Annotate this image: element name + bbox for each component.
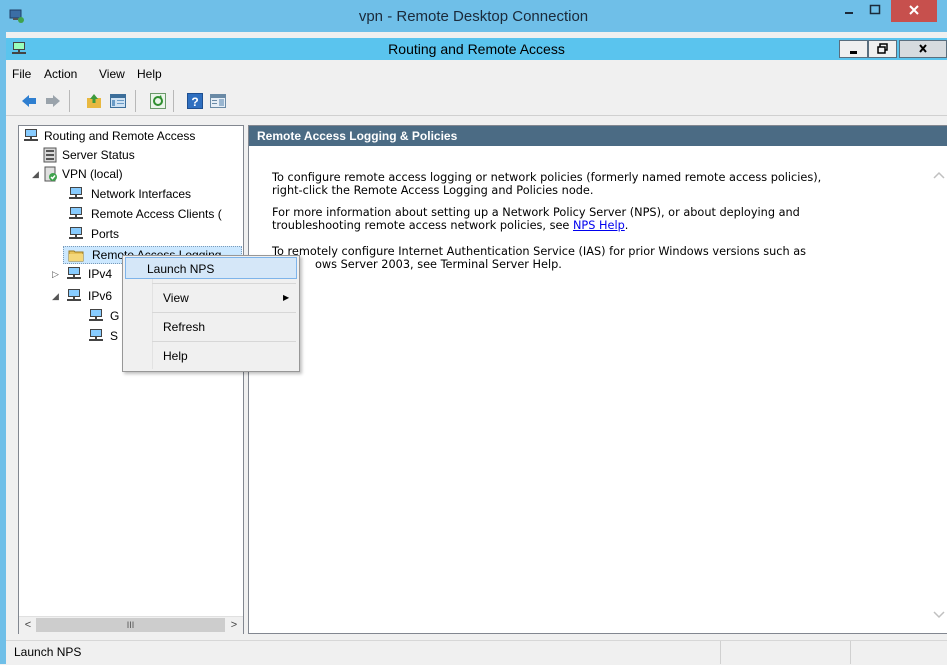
status-divider bbox=[850, 641, 851, 664]
mmc-window-title: Routing and Remote Access bbox=[388, 41, 565, 57]
expanded-chevron-icon[interactable]: ◢ bbox=[52, 287, 59, 305]
status-divider bbox=[720, 641, 721, 664]
svg-text:?: ? bbox=[191, 95, 198, 109]
results-vertical-scrollbar[interactable] bbox=[930, 146, 947, 633]
rdp-minimize-button[interactable] bbox=[836, 0, 862, 22]
show-hide-tree-icon[interactable] bbox=[109, 92, 127, 110]
server-status-icon bbox=[42, 147, 58, 163]
tree-label: Ports bbox=[91, 227, 120, 241]
tree-item-vpn-local[interactable]: ◢ VPN (local) bbox=[22, 165, 242, 183]
ports-icon bbox=[68, 226, 84, 242]
tree-item-routing-and-remote-access[interactable]: Routing and Remote Access bbox=[22, 127, 242, 145]
tree-item-network-interfaces[interactable]: Network Interfaces bbox=[22, 185, 242, 203]
expanded-chevron-icon[interactable]: ◢ bbox=[32, 165, 39, 183]
menu-item-label: View bbox=[163, 291, 189, 305]
paragraph-line: ows Server 2003, see Terminal Server Hel… bbox=[315, 258, 562, 271]
tree-label: S bbox=[110, 329, 119, 343]
menu-item-label: Launch NPS bbox=[147, 262, 215, 276]
tree-label: IPv4 bbox=[88, 267, 113, 281]
ipv6-icon bbox=[66, 288, 82, 304]
scroll-thumb[interactable]: III bbox=[36, 618, 225, 632]
submenu-arrow-icon: ▶ bbox=[283, 293, 290, 302]
network-interfaces-icon bbox=[68, 186, 84, 202]
mmc-minimize-button[interactable] bbox=[839, 40, 868, 58]
context-menu-view[interactable]: View ▶ bbox=[125, 287, 297, 309]
tree-item-ports[interactable]: Ports bbox=[22, 225, 242, 243]
toolbar bbox=[6, 87, 947, 116]
nps-help-link[interactable]: NPS Help bbox=[573, 219, 625, 232]
vpn-server-icon bbox=[42, 166, 58, 182]
menu-view[interactable]: View bbox=[99, 66, 125, 82]
context-menu-separator bbox=[152, 283, 296, 284]
remote-access-clients-icon bbox=[68, 206, 84, 222]
rdp-frame-left bbox=[0, 32, 6, 664]
rdp-close-button[interactable] bbox=[891, 0, 937, 22]
up-folder-icon[interactable] bbox=[85, 92, 103, 110]
menu-help[interactable]: Help bbox=[137, 66, 162, 82]
results-pane-title: Remote Access Logging & Policies bbox=[257, 129, 458, 143]
tree-item-server-status[interactable]: Server Status bbox=[22, 146, 242, 164]
mmc-close-button[interactable] bbox=[899, 40, 947, 58]
mmc-restore-button[interactable] bbox=[868, 40, 897, 58]
tree-label: Routing and Remote Access bbox=[44, 129, 196, 143]
rdp-window-title: vpn - Remote Desktop Connection bbox=[358, 8, 589, 25]
tree-item-ipv6-static[interactable]: S bbox=[22, 327, 122, 345]
tree-label: G bbox=[110, 309, 120, 323]
tree-label: IPv6 bbox=[88, 289, 113, 303]
paragraph-line: right-click the Remote Access Logging an… bbox=[272, 184, 594, 197]
toolbar-separator bbox=[173, 90, 174, 112]
menu-file[interactable]: File bbox=[12, 66, 31, 82]
ipv6-general-icon bbox=[88, 308, 104, 324]
rdp-maximize-button[interactable] bbox=[862, 0, 888, 22]
toolbar-separator bbox=[135, 90, 136, 112]
ipv4-icon bbox=[66, 266, 82, 282]
context-menu-help[interactable]: Help bbox=[125, 345, 297, 367]
tree-label: Remote Access Clients ( bbox=[91, 207, 222, 221]
status-text: Launch NPS bbox=[14, 645, 82, 659]
scroll-left-button[interactable]: < bbox=[21, 618, 35, 632]
scroll-down-chevron-icon[interactable] bbox=[932, 608, 946, 622]
tree-label: VPN (local) bbox=[62, 167, 123, 181]
ipv6-static-icon bbox=[88, 328, 104, 344]
paragraph-line: For more information about setting up a … bbox=[272, 206, 800, 219]
tree-item-ipv6-general[interactable]: G bbox=[22, 307, 122, 325]
back-arrow-icon[interactable] bbox=[20, 92, 38, 110]
menu-item-label: Refresh bbox=[163, 320, 206, 334]
menu-item-label: Help bbox=[163, 349, 188, 363]
status-bar bbox=[6, 640, 947, 665]
folder-icon bbox=[68, 247, 84, 263]
routing-server-icon bbox=[23, 128, 39, 144]
results-pane[interactable] bbox=[248, 125, 947, 634]
refresh-icon[interactable] bbox=[149, 92, 167, 110]
paragraph-line: To remotely configure Internet Authentic… bbox=[272, 245, 807, 258]
help-icon[interactable]: ? bbox=[186, 92, 204, 110]
paragraph-line: To configure remote access logging or ne… bbox=[272, 171, 822, 184]
context-menu-separator bbox=[152, 341, 296, 342]
tree-label: Server Status bbox=[62, 148, 135, 162]
context-menu-launch-nps[interactable]: Launch NPS bbox=[125, 257, 297, 279]
paragraph-text: . bbox=[624, 219, 629, 232]
forward-arrow-icon[interactable] bbox=[44, 92, 62, 110]
scroll-right-button[interactable]: > bbox=[227, 618, 241, 632]
scroll-up-chevron-icon[interactable] bbox=[932, 168, 946, 182]
context-menu-separator bbox=[152, 312, 296, 313]
toolbar-separator bbox=[69, 90, 70, 112]
collapsed-chevron-icon[interactable]: ▷ bbox=[52, 265, 59, 283]
menu-action[interactable]: Action bbox=[44, 66, 77, 82]
paragraph-line: troubleshooting remote access network po… bbox=[272, 219, 932, 232]
tree-label: Network Interfaces bbox=[91, 187, 192, 201]
paragraph-text: troubleshooting remote access network po… bbox=[272, 219, 573, 232]
context-menu-refresh[interactable]: Refresh bbox=[125, 316, 297, 338]
show-hide-action-pane-icon[interactable] bbox=[209, 92, 227, 110]
tree-item-remote-access-clients[interactable]: Remote Access Clients ( bbox=[22, 205, 242, 223]
